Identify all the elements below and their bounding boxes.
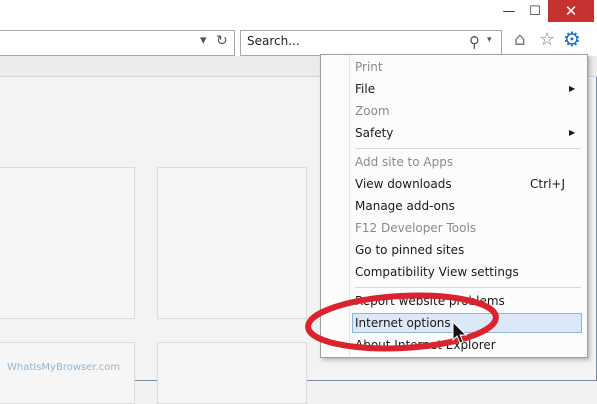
menu-item-label: Print [355, 60, 383, 74]
menu-item-safety[interactable]: Safety ▶ [321, 123, 587, 143]
menu-separator [355, 287, 581, 288]
search-box[interactable]: ⚲ ▾ [240, 30, 502, 56]
menu-item-label: Manage add-ons [355, 199, 455, 213]
menu-item-compatibility-view-settings[interactable]: Compatibility View settings [321, 262, 587, 282]
site-tile[interactable] [0, 167, 135, 319]
menu-item-label: Go to pinned sites [355, 243, 465, 257]
menu-item-label: File [355, 82, 376, 96]
address-row: ▾ ↻ ⚲ ▾ [0, 30, 597, 56]
menu-item-zoom: Zoom [321, 101, 587, 121]
maximize-button[interactable]: ☐ [522, 0, 548, 22]
site-tile[interactable] [157, 342, 307, 404]
site-tile[interactable] [0, 342, 135, 404]
search-input[interactable] [247, 34, 447, 48]
menu-item-f12-developer-tools: F12 Developer Tools [321, 218, 587, 238]
menu-item-label: Internet options [355, 316, 451, 330]
menu-item-about-internet-explorer[interactable]: About Internet Explorer [321, 335, 587, 355]
menu-item-label: View downloads [355, 177, 452, 191]
menu-item-file[interactable]: File ▶ [321, 79, 587, 99]
menu-item-label: Add site to Apps [355, 155, 454, 169]
menu-item-label: Report website problems [355, 294, 505, 308]
menu-item-report-website-problems[interactable]: Report website problems [321, 291, 587, 311]
menu-item-manage-add-ons[interactable]: Manage add-ons [321, 196, 587, 216]
submenu-arrow-icon: ▶ [569, 128, 576, 137]
menu-item-label: Safety [355, 126, 394, 140]
site-tile[interactable] [157, 167, 307, 319]
watermark-text: WhatIsMyBrowser.com [7, 362, 121, 373]
title-bar: — ☐ ✕ [0, 0, 597, 30]
search-icon[interactable]: ⚲ [469, 33, 480, 51]
minimize-button[interactable]: — [496, 0, 522, 22]
close-button[interactable]: ✕ [548, 0, 594, 22]
search-dropdown-icon[interactable]: ▾ [487, 35, 492, 45]
menu-item-view-downloads[interactable]: View downloads Ctrl+J [321, 174, 587, 194]
menu-item-go-to-pinned-sites[interactable]: Go to pinned sites [321, 240, 587, 260]
menu-item-internet-options[interactable]: Internet options [321, 313, 587, 333]
tools-gear-icon[interactable]: ⚙ [563, 27, 581, 51]
menu-item-label: Zoom [355, 104, 390, 118]
menu-item-shortcut: Ctrl+J [530, 177, 565, 191]
tools-menu: Print File ▶ Zoom Safety ▶ Add site to A… [320, 54, 588, 358]
address-dropdown-icon[interactable]: ▾ [200, 33, 207, 48]
home-icon[interactable]: ⌂ [514, 29, 525, 50]
menu-item-label: About Internet Explorer [355, 338, 496, 352]
refresh-icon[interactable]: ↻ [216, 33, 228, 49]
menu-item-add-site-to-apps: Add site to Apps [321, 152, 587, 172]
address-bar[interactable]: ▾ ↻ [0, 30, 235, 56]
submenu-arrow-icon: ▶ [569, 84, 576, 93]
menu-item-label: Compatibility View settings [355, 265, 519, 279]
menu-item-label: F12 Developer Tools [355, 221, 477, 235]
menu-separator [355, 148, 581, 149]
menu-item-print: Print [321, 57, 587, 77]
favorites-star-icon[interactable]: ☆ [539, 29, 555, 50]
